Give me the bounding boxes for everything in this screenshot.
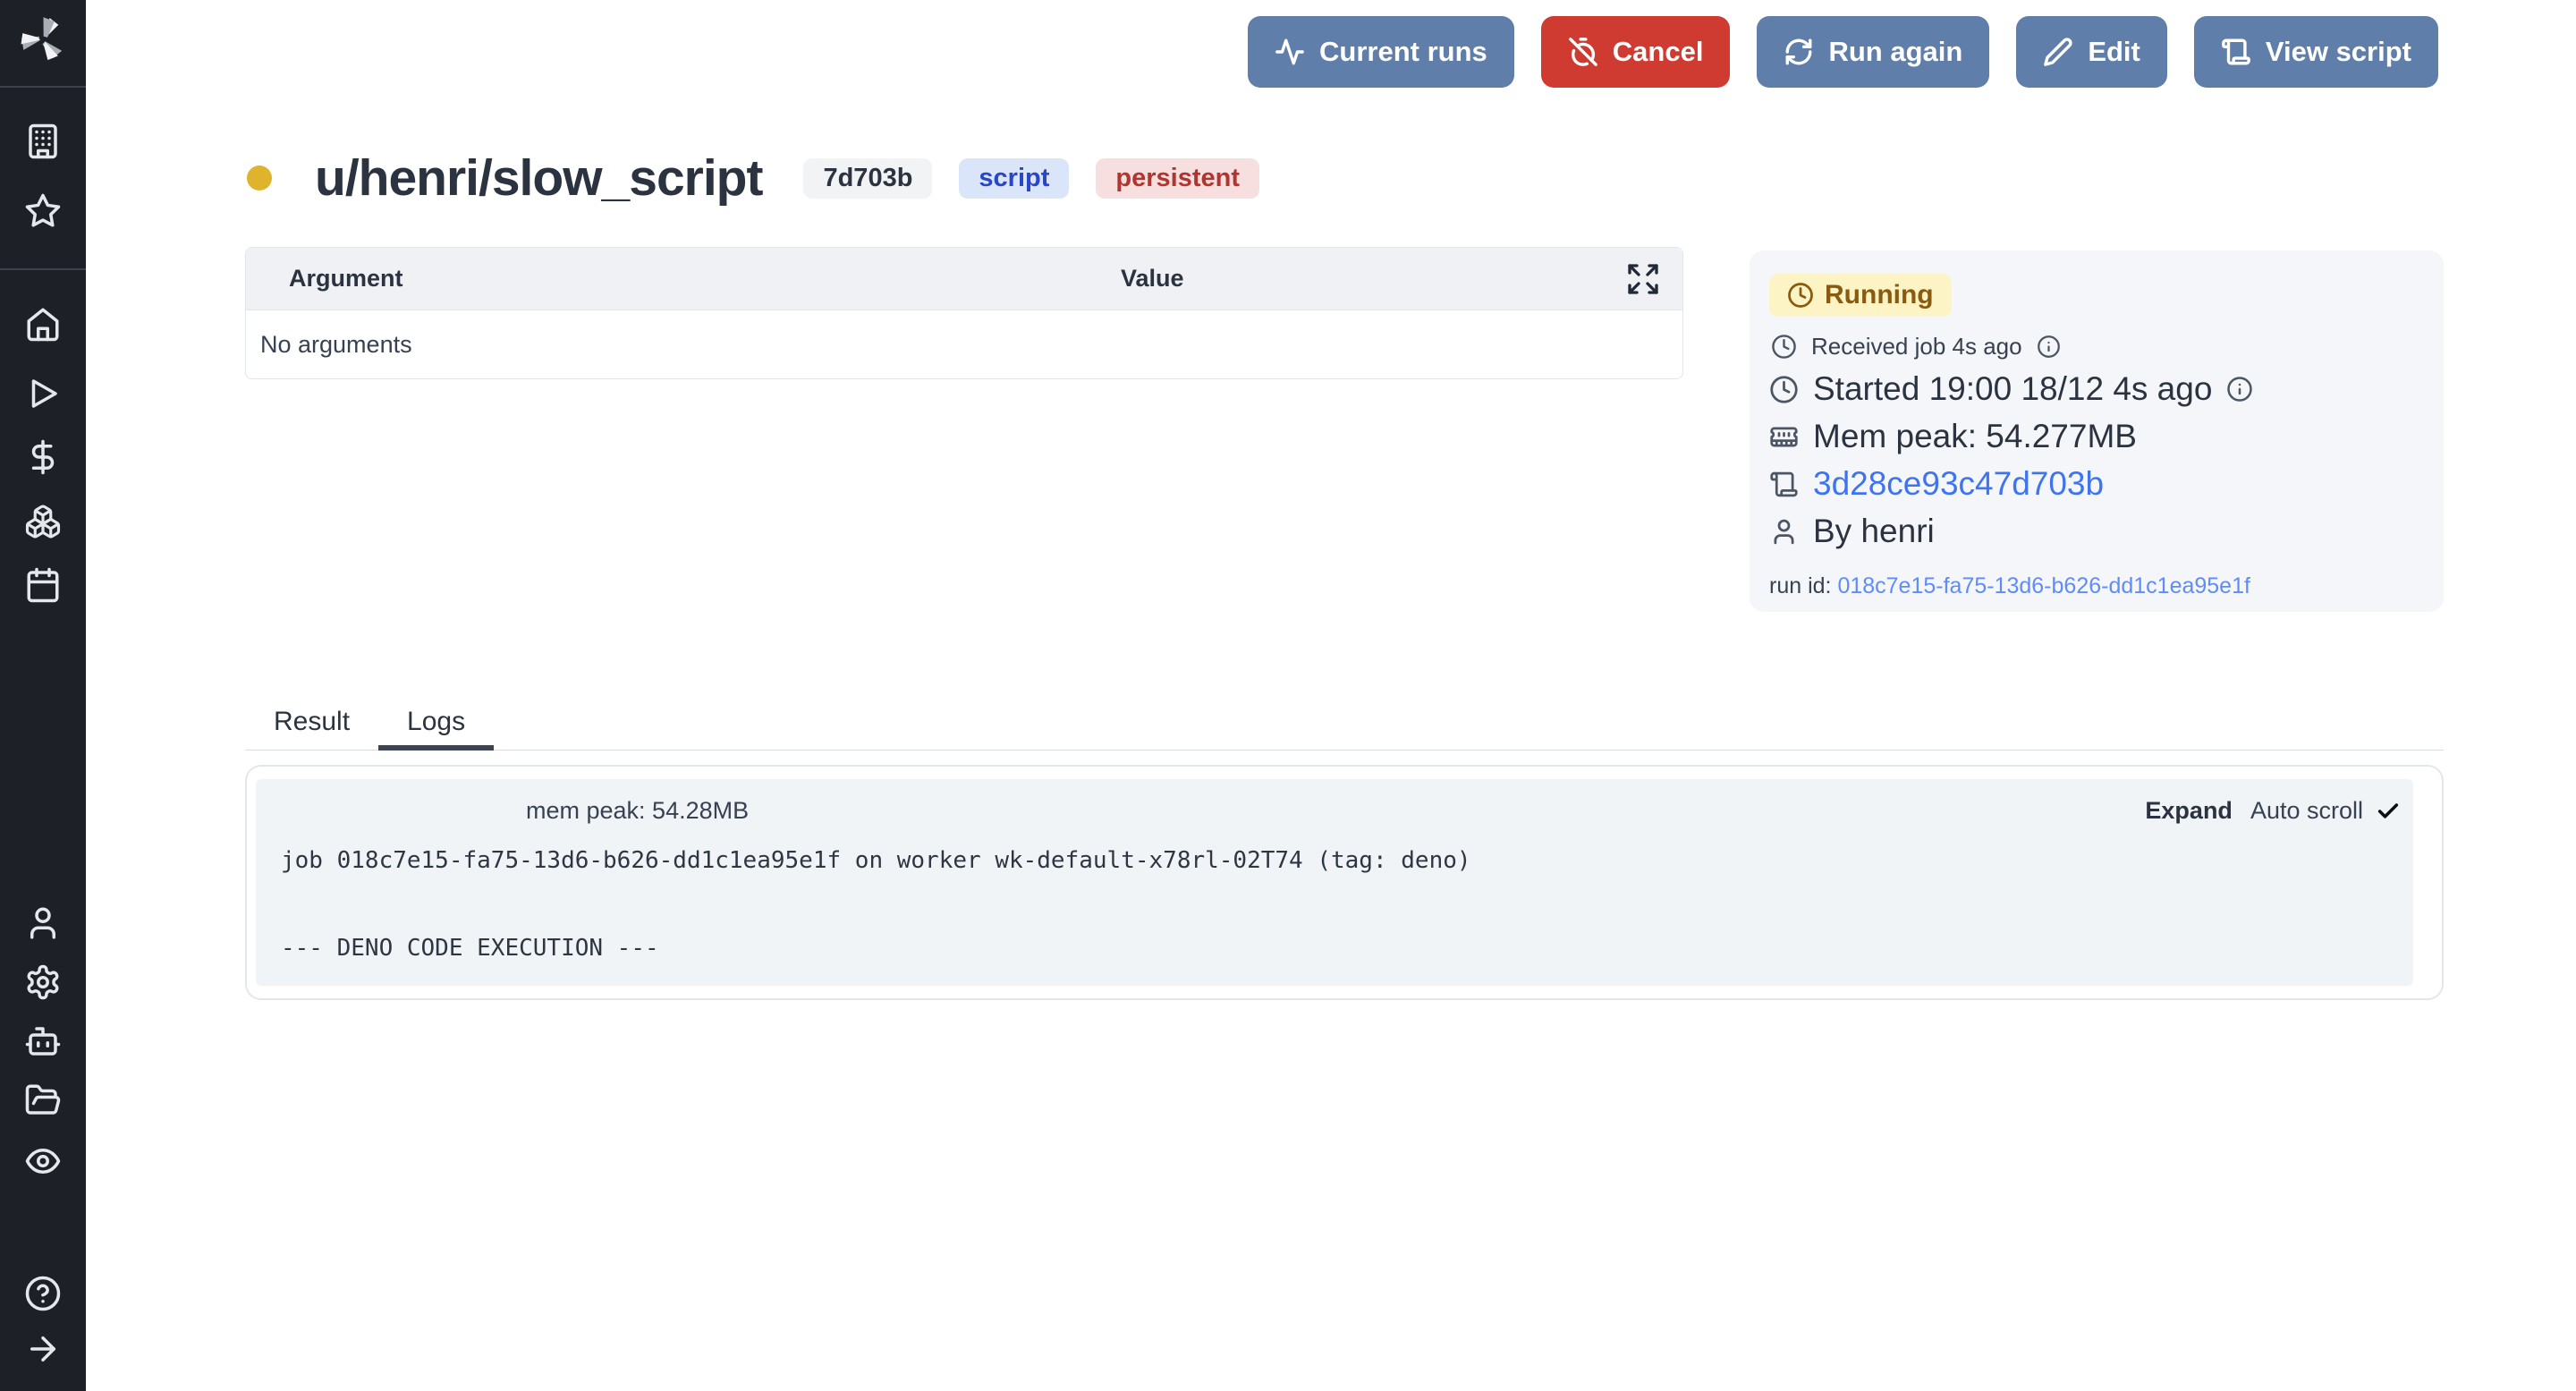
autoscroll-toggle[interactable]: Auto scroll [2250, 797, 2401, 825]
run-status-dot [247, 165, 272, 191]
by-row: By henri [1769, 513, 2419, 550]
autoscroll-label: Auto scroll [2250, 797, 2363, 825]
resources-boxes-icon[interactable] [24, 503, 62, 540]
settings-gear-icon[interactable] [24, 963, 62, 1001]
folders-icon[interactable] [24, 1081, 62, 1119]
title-badges: 7d703b script persistent [803, 158, 1259, 199]
log-card: mem peak: 54.28MB Expand Auto scroll job… [245, 765, 2444, 1000]
run-again-button[interactable]: Run again [1757, 16, 1989, 88]
sidebar [0, 0, 86, 1391]
tab-logs[interactable]: Logs [378, 694, 494, 750]
view-script-label: View script [2266, 36, 2411, 68]
run-info-panel: Running Received job 4s ago Started 19:0… [1750, 250, 2444, 612]
current-runs-label: Current runs [1319, 36, 1487, 68]
log-line [281, 883, 2413, 927]
sidebar-divider [0, 86, 86, 88]
log-output: job 018c7e15-fa75-13d6-b626-dd1c1ea95e1f… [281, 839, 2413, 971]
info-icon[interactable] [2226, 376, 2253, 403]
column-header-value: Value [1121, 265, 1184, 293]
script-kind-badge: script [959, 158, 1069, 199]
status-badge: Running [1769, 274, 1952, 317]
column-header-argument: Argument [246, 265, 403, 293]
run-again-label: Run again [1828, 36, 1962, 68]
expand-table-icon[interactable] [1625, 261, 1661, 297]
workers-robot-icon[interactable] [24, 1022, 62, 1060]
arguments-table-header: Argument Value [246, 248, 1682, 310]
timer-off-icon [1568, 37, 1598, 67]
started-row: Started 19:00 18/12 4s ago [1769, 370, 2419, 408]
person-icon [1769, 517, 1799, 547]
help-icon[interactable] [24, 1275, 62, 1312]
header-actions: Current runs Cancel Run again Edit View … [1248, 16, 2438, 88]
sidebar-divider [0, 268, 86, 270]
memory-icon [1769, 422, 1799, 452]
activity-icon [1275, 37, 1305, 67]
mem-peak-text: Mem peak: 54.277MB [1813, 418, 2137, 455]
view-script-button[interactable]: View script [2194, 16, 2438, 88]
pencil-icon [2043, 37, 2073, 67]
home-icon[interactable] [24, 305, 62, 343]
info-icon[interactable] [2037, 335, 2061, 359]
status-label: Running [1825, 280, 1934, 310]
cancel-label: Cancel [1613, 36, 1704, 68]
result-logs-tabs: Result Logs [245, 694, 2444, 751]
favorites-star-icon[interactable] [24, 192, 62, 230]
page-title: u/henri/slow_script [315, 148, 762, 208]
clock-icon [1787, 282, 1814, 309]
check-icon [2376, 799, 2401, 824]
audit-logs-eye-icon[interactable] [24, 1142, 62, 1180]
log-controls: Expand Auto scroll [2145, 797, 2401, 825]
variables-dollar-icon[interactable] [24, 438, 62, 476]
script-hash-row: 3d28ce93c47d703b [1769, 465, 2419, 503]
log-header: mem peak: 54.28MB Expand Auto scroll [256, 797, 2413, 825]
log-line: --- DENO CODE EXECUTION --- [281, 927, 2413, 971]
mem-peak-row: Mem peak: 54.277MB [1769, 418, 2419, 455]
run-id-label: run id: [1769, 573, 1831, 598]
arguments-table: Argument Value No arguments [245, 247, 1683, 379]
clock-icon [1771, 334, 1797, 360]
title-row: u/henri/slow_script 7d703b script persis… [247, 143, 1259, 213]
scroll-icon [2221, 37, 2251, 67]
script-hash-link[interactable]: 3d28ce93c47d703b [1813, 465, 2104, 503]
schedules-calendar-icon[interactable] [24, 566, 62, 604]
runs-play-icon[interactable] [24, 375, 62, 412]
edit-button[interactable]: Edit [2016, 16, 2167, 88]
tab-result[interactable]: Result [245, 694, 378, 750]
refresh-icon [1784, 37, 1814, 67]
windmill-logo[interactable] [20, 16, 66, 63]
started-text: Started 19:00 18/12 4s ago [1813, 370, 2212, 408]
log-viewer: mem peak: 54.28MB Expand Auto scroll job… [256, 779, 2413, 986]
scroll-icon [1769, 470, 1799, 499]
received-row: Received job 4s ago [1771, 333, 2419, 360]
users-person-icon[interactable] [24, 904, 62, 942]
cancel-button[interactable]: Cancel [1541, 16, 1731, 88]
run-id-row: run id: 018c7e15-fa75-13d6-b626-dd1c1ea9… [1769, 573, 2419, 599]
received-text: Received job 4s ago [1811, 333, 2022, 360]
log-line: job 018c7e15-fa75-13d6-b626-dd1c1ea95e1f… [281, 839, 2413, 883]
workspace-building-icon[interactable] [24, 123, 62, 160]
edit-label: Edit [2088, 36, 2140, 68]
log-mem-peak: mem peak: 54.28MB [526, 797, 749, 825]
persistent-badge: persistent [1096, 158, 1259, 199]
clock-icon [1769, 375, 1799, 404]
script-hash-badge[interactable]: 7d703b [803, 158, 932, 199]
by-text: By henri [1813, 513, 1935, 550]
current-runs-button[interactable]: Current runs [1248, 16, 1514, 88]
table-row: No arguments [246, 310, 1682, 378]
run-id-link[interactable]: 018c7e15-fa75-13d6-b626-dd1c1ea95e1f [1837, 573, 2250, 598]
expand-sidebar-arrow-icon[interactable] [24, 1330, 62, 1368]
expand-logs-button[interactable]: Expand [2145, 797, 2233, 825]
